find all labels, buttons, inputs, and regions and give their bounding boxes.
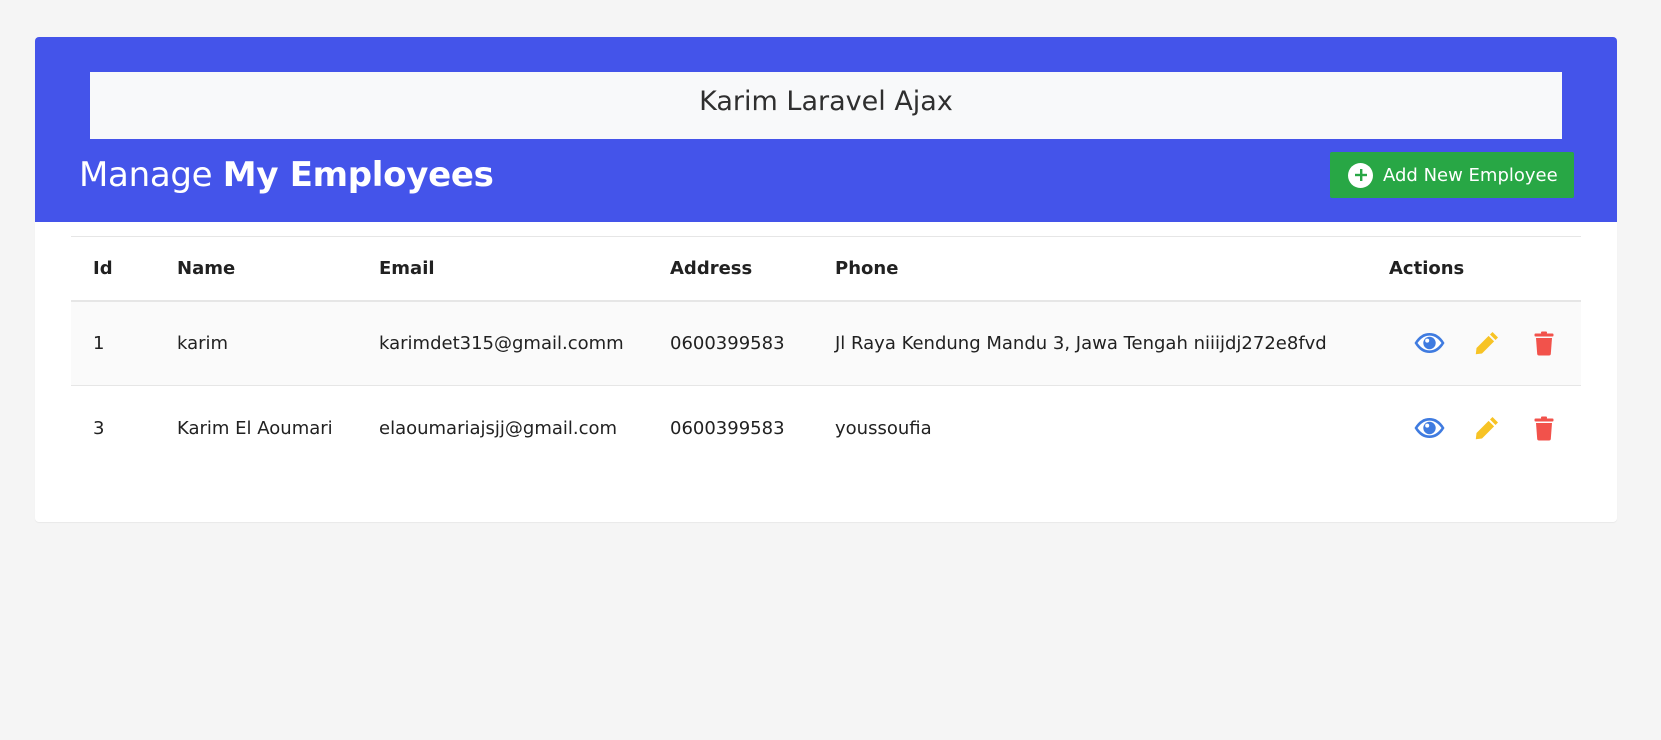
column-header-id: Id [93, 257, 113, 279]
cell-name: karim [177, 332, 229, 354]
table-header-row: Id Name Email Address Phone Actions [71, 236, 1581, 301]
employees-table: Id Name Email Address Phone Actions 1 ka… [71, 236, 1581, 471]
cell-actions [1389, 386, 1581, 471]
row-actions [1389, 411, 1581, 445]
brand-bar: Karim Laravel Ajax [90, 72, 1562, 139]
trash-icon [1534, 331, 1553, 356]
cell-actions [1389, 301, 1581, 386]
pencil-icon [1475, 417, 1498, 440]
cell-phone: Jl Raya Kendung Mandu 3, Jawa Tengah nii… [835, 332, 1327, 354]
add-new-employee-label: Add New Employee [1383, 164, 1558, 186]
cell-name: Karim El Aoumari [177, 417, 333, 439]
eye-icon [1414, 333, 1445, 354]
add-new-employee-button[interactable]: Add New Employee [1330, 152, 1574, 198]
page-title-strong: My Employees [222, 155, 494, 195]
column-header-email: Email [379, 257, 435, 279]
delete-button[interactable] [1515, 326, 1572, 360]
cell-phone: youssoufia [835, 417, 932, 439]
table-row: 1 karim karimdet315@gmail.comm 060039958… [71, 300, 1581, 386]
row-actions [1389, 326, 1581, 360]
page-title: Manage My Employees [79, 155, 494, 195]
cell-address: 0600399583 [670, 417, 785, 439]
column-header-name: Name [177, 257, 236, 279]
trash-icon [1534, 416, 1553, 441]
column-header-phone: Phone [835, 257, 899, 279]
view-button[interactable] [1401, 411, 1458, 445]
eye-icon [1414, 418, 1445, 439]
page-title-prefix: Manage [79, 155, 213, 195]
edit-button[interactable] [1458, 326, 1515, 360]
cell-email: elaoumariajsjj@gmail.com [379, 417, 618, 439]
employees-card: Karim Laravel Ajax Manage My Employees A… [35, 37, 1617, 522]
cell-email: karimdet315@gmail.comm [379, 332, 624, 354]
column-header-address: Address [670, 257, 753, 279]
cell-address: 0600399583 [670, 332, 785, 354]
delete-button[interactable] [1515, 411, 1572, 445]
brand-title: Karim Laravel Ajax [699, 86, 953, 117]
employees-table-wrap: Id Name Email Address Phone Actions 1 ka… [71, 236, 1581, 471]
pencil-icon [1475, 332, 1498, 355]
edit-button[interactable] [1458, 411, 1515, 445]
cell-id: 1 [93, 332, 105, 354]
card-header: Karim Laravel Ajax Manage My Employees A… [35, 37, 1617, 222]
cell-id: 3 [93, 417, 105, 439]
plus-circle-icon [1348, 162, 1373, 188]
table-row: 3 Karim El Aoumari elaoumariajsjj@gmail.… [71, 385, 1581, 471]
column-header-actions: Actions [1389, 257, 1465, 279]
view-button[interactable] [1401, 326, 1458, 360]
